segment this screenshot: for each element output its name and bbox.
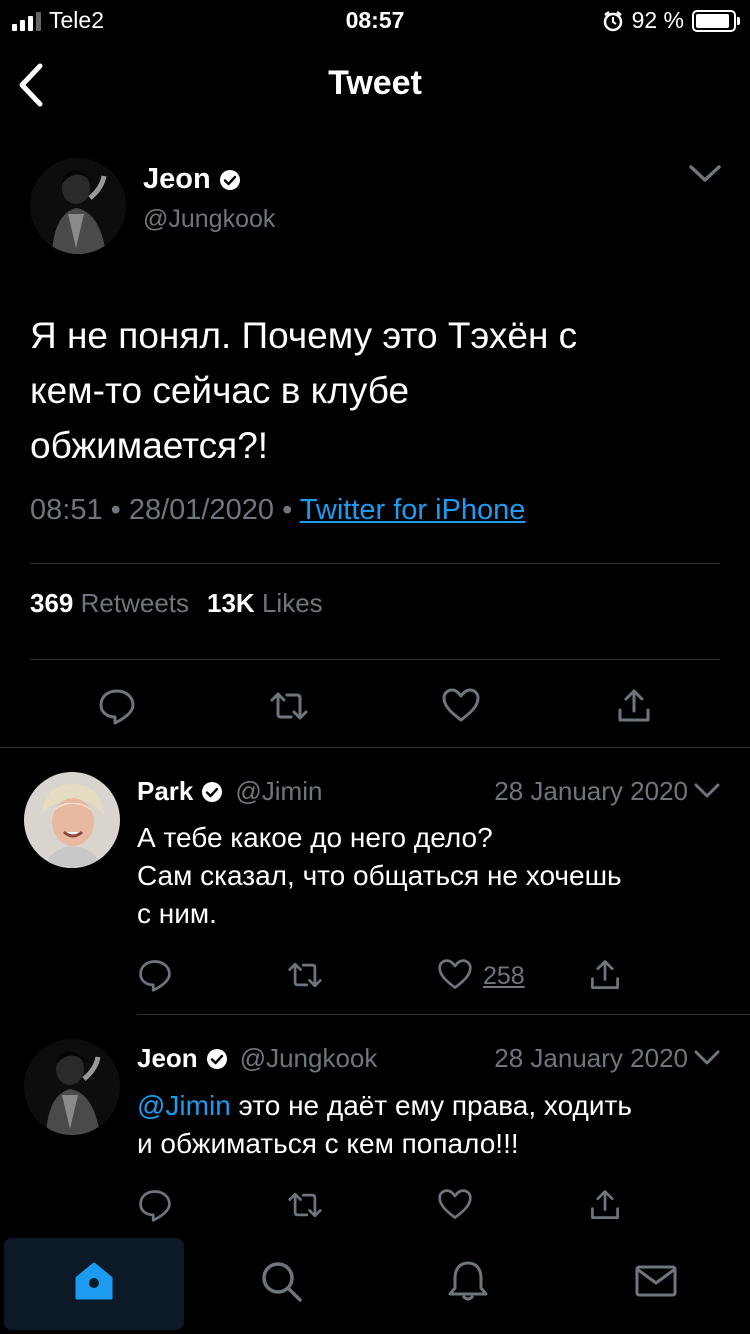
tweet-meta: 08:51 • 28/01/2020 • Twitter for iPhone [30,494,525,527]
reply-author-handle[interactable]: @Jungkook [240,1043,378,1074]
tweet-date: 28/01/2020 [128,494,275,526]
chevron-down-icon[interactable] [694,782,720,800]
avatar[interactable] [30,158,126,254]
meta-separator: • [110,494,129,526]
tweet-stats: 369 Retweets 13K Likes [30,588,327,619]
reply-text: @Jimin это не даёт ему права, ходить и о… [137,1087,727,1163]
heart-icon[interactable] [437,1187,473,1223]
heart-icon[interactable] [437,957,473,993]
reply-header: Jeon @Jungkook [137,1043,377,1074]
status-right: 92 % [602,7,740,34]
search-icon[interactable] [258,1258,304,1304]
tweet-source-link[interactable]: Twitter for iPhone [300,494,526,526]
divider [137,1014,750,1015]
tweet-actions [0,686,750,726]
likes-count: 13K [207,588,255,618]
tweet-time: 08:51 [30,494,103,526]
reply-icon[interactable] [137,957,173,993]
reply-date: 28 January 2020 [494,776,688,806]
avatar[interactable] [24,772,120,868]
reply-author-handle[interactable]: @Jimin [235,776,322,807]
status-bar: Tele2 08:57 92 % [0,0,750,40]
likes-label: Likes [261,588,323,618]
battery-icon [692,9,740,32]
reply-text-line: @Jimin это не даёт ему права, ходить [137,1087,727,1125]
retweets-label: Retweets [80,588,190,618]
verified-badge-icon [219,169,240,190]
battery-percent: 92 % [631,7,684,33]
retweets-stat[interactable]: 369 Retweets [30,588,193,619]
retweet-icon[interactable] [287,1187,323,1223]
reply-author-name[interactable]: Park [137,776,193,807]
reply-text-line: А тебе какое до него дело? [137,822,493,853]
reply-icon[interactable] [97,686,137,726]
nav-bar: Tweet [0,40,750,130]
home-icon[interactable] [71,1258,117,1304]
page-title: Tweet [328,64,422,102]
meta-separator: • [282,494,300,526]
retweet-icon[interactable] [287,957,323,993]
tweet-text-line: кем-то сейчас в клубе [30,370,410,411]
reply-date: 28 January 2020 [494,1043,688,1073]
reply-text-line: с ним. [137,898,217,929]
reply-author-name[interactable]: Jeon [137,1043,198,1074]
chevron-down-icon[interactable] [694,1049,720,1067]
reply-text-fragment: это не даёт ему права, ходить [230,1090,632,1121]
share-icon[interactable] [587,1187,623,1223]
verified-badge-icon [206,1048,227,1069]
divider [0,747,750,748]
tweet-text-line: Я не понял. Почему это Тэхён с [30,315,578,356]
reply-text: А тебе какое до него дело? Сам сказал, ч… [137,819,727,933]
notifications-icon[interactable] [445,1258,491,1304]
divider [30,659,720,660]
share-icon[interactable] [587,957,623,993]
reply-text-line: Сам сказал, что общаться не хочешь [137,860,622,891]
likes-stat[interactable]: 13K Likes [207,588,327,619]
divider [30,563,720,564]
chevron-down-icon[interactable] [688,162,722,186]
retweet-icon[interactable] [269,686,309,726]
share-icon[interactable] [614,686,654,726]
tab-bar [0,1236,750,1334]
messages-icon[interactable] [633,1258,679,1304]
retweets-count: 369 [30,588,74,618]
reply-icon[interactable] [137,1187,173,1223]
reply-header: Park @Jimin [137,776,322,807]
reply-text-line: и обжиматься с кем попало!!! [137,1128,519,1159]
author-name-text: Jeon [143,163,211,195]
like-count[interactable]: 258 [483,962,525,991]
mention-link[interactable]: @Jimin [137,1090,231,1121]
tweet-text-line: обжимается?! [30,425,269,466]
tweet-text: Я не понял. Почему это Тэхён с кем-то се… [30,308,720,473]
heart-icon[interactable] [441,686,481,726]
alarm-icon [603,10,622,31]
author-handle[interactable]: @Jungkook [143,205,275,234]
author-name[interactable]: Jeon [143,163,241,196]
avatar[interactable] [24,1039,120,1135]
verified-badge-icon [202,781,223,802]
